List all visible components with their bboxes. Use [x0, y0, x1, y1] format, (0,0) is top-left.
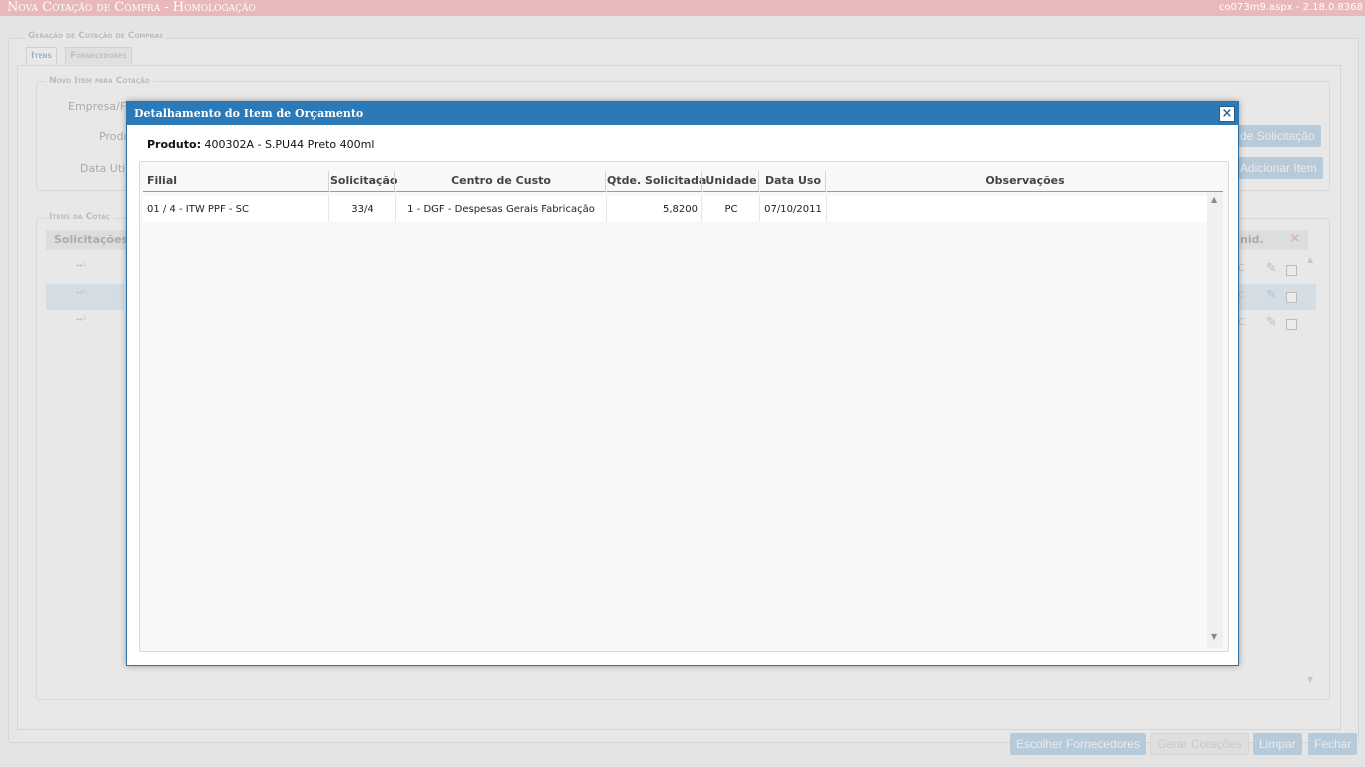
detail-dialog: Detalhamento do Item de Orçamento × Prod…	[126, 101, 1239, 666]
col-solicitacao: Solicitação	[330, 171, 398, 192]
product-line: Produto: 400302A - S.PU44 Preto 400ml	[147, 138, 374, 151]
cell-data-uso: 07/10/2011	[764, 204, 822, 215]
col-data-uso: Data Uso	[760, 171, 826, 192]
version-label: co073m9.aspx - 2.18.0.8368	[1219, 2, 1363, 13]
cell-solicitacao: 33/4	[351, 204, 374, 215]
vertical-scrollbar[interactable]: ▲ ▼	[1207, 192, 1223, 648]
dialog-header: Detalhamento do Item de Orçamento ×	[127, 102, 1238, 125]
cell-divider	[826, 196, 827, 222]
cell-unidade: PC	[724, 204, 738, 215]
dialog-title: Detalhamento do Item de Orçamento	[134, 107, 364, 120]
cell-divider	[701, 196, 702, 222]
col-filial: Filial	[143, 171, 329, 192]
page-title: Nova Cotação de Compra - Homologação	[7, 0, 256, 15]
scroll-up-icon[interactable]: ▲	[1211, 195, 1217, 204]
scroll-down-icon[interactable]: ▼	[1211, 632, 1217, 641]
col-qtde-solicitada: Qtde. Solicitada	[607, 171, 706, 192]
cell-filial: 01 / 4 - ITW PPF - SC	[147, 204, 250, 215]
cell-divider	[328, 196, 329, 222]
product-value: 400302A - S.PU44 Preto 400ml	[204, 138, 375, 151]
title-bar: Nova Cotação de Compra - Homologação co0…	[0, 0, 1365, 16]
product-label: Produto:	[147, 138, 201, 151]
col-centro-custo: Centro de Custo	[396, 171, 606, 192]
cell-qtde: 5,8200	[663, 204, 698, 215]
detail-table: Filial Solicitação Centro de Custo Qtde.…	[139, 161, 1229, 652]
col-unidade: Unidade	[703, 171, 759, 192]
cell-centro-custo: 1 - DGF - Despesas Gerais Fabricação	[407, 204, 595, 215]
col-observacoes: Observações	[827, 171, 1223, 192]
close-icon[interactable]: ×	[1219, 106, 1235, 122]
